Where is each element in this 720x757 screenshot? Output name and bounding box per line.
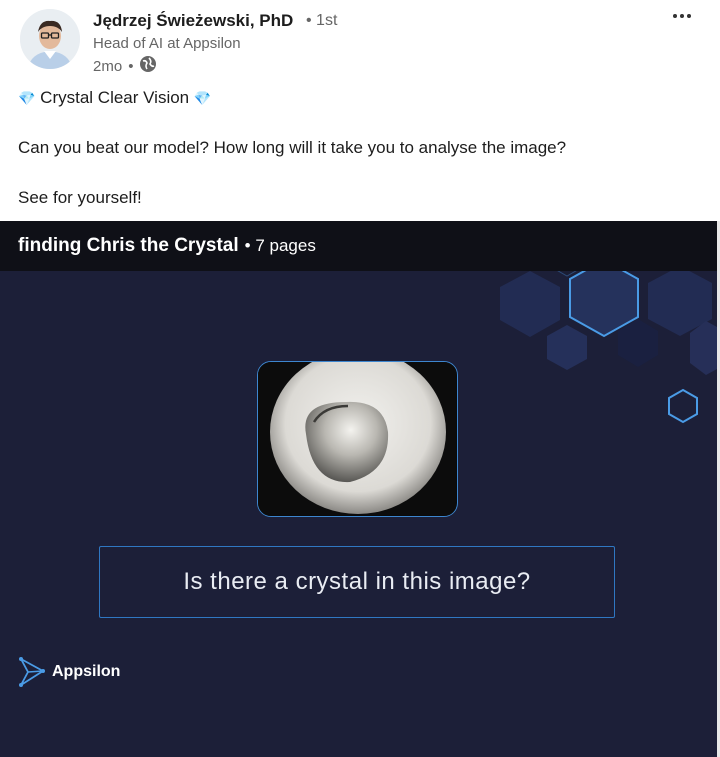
document-titlebar: finding Chris the Crystal • 7 pages	[0, 221, 717, 271]
globe-icon	[139, 55, 157, 77]
post-time: 2mo	[93, 57, 123, 75]
author-name[interactable]: Jędrzej Świeżewski, PhD	[93, 11, 293, 31]
document-title: finding Chris the Crystal	[18, 235, 239, 256]
slide-question: Is there a crystal in this image?	[183, 568, 531, 595]
gem-icon: 💎	[193, 90, 212, 106]
document-page-count: • 7 pages	[244, 236, 316, 255]
gem-icon: 💎	[18, 90, 36, 106]
slide-question-box: Is there a crystal in this image?	[99, 546, 615, 618]
more-options-icon	[673, 14, 677, 18]
author-headline: Head of AI at Appsilon	[93, 35, 241, 52]
appsilon-logo-icon	[19, 657, 45, 687]
more-options-button[interactable]	[668, 2, 696, 30]
brand-name: Appsilon	[52, 663, 121, 680]
crystal-image	[257, 361, 458, 517]
connection-degree: • 1st	[306, 12, 338, 29]
document-carousel[interactable]: finding Chris the Crystal • 7 pages Is t…	[0, 221, 717, 757]
post-meta: 2mo •	[93, 55, 157, 77]
post-question: Can you beat our model? How long will it…	[18, 138, 567, 157]
author-avatar[interactable]	[20, 9, 80, 69]
brand-logo: Appsilon	[18, 657, 120, 687]
post-cta: See for yourself!	[18, 188, 142, 207]
post-title: 💎 Crystal Clear Vision 💎	[18, 88, 212, 107]
